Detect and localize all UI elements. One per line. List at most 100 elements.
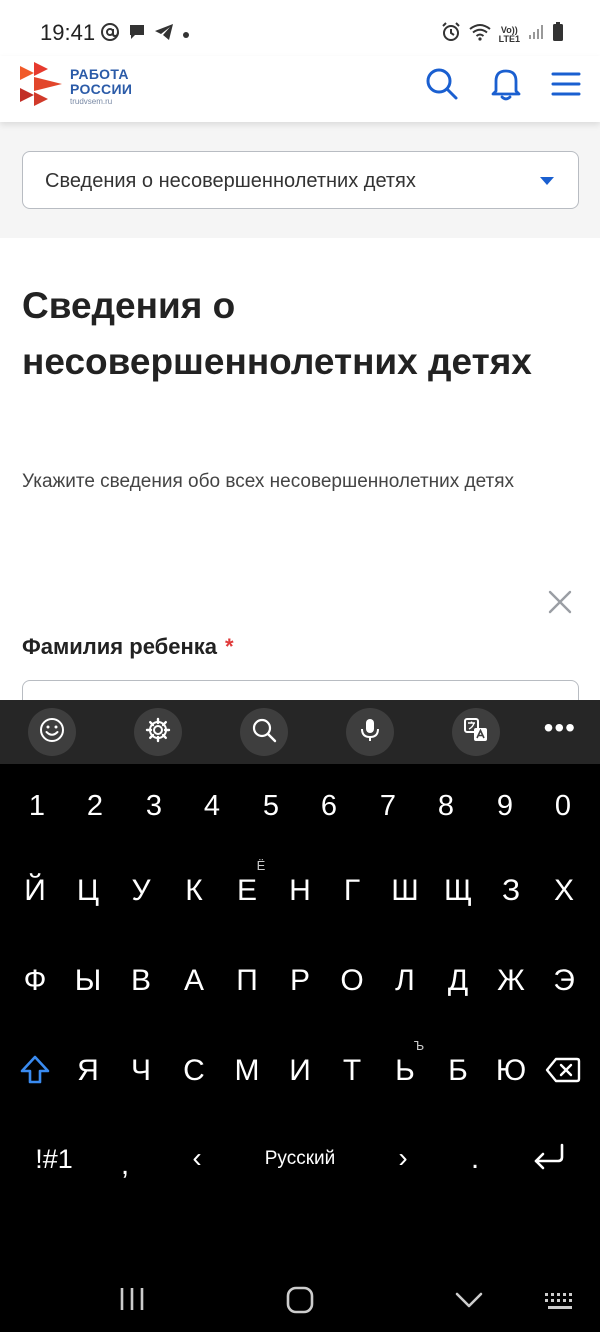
key-letter[interactable]: Ч [116,1054,166,1088]
shift-key[interactable] [10,1054,60,1094]
key-letter[interactable]: Ж [486,964,536,998]
key-letter[interactable]: Я [63,1054,113,1088]
keyboard-switch-button[interactable] [544,1292,576,1317]
key-letter[interactable]: М [222,1054,272,1088]
key-letter[interactable]: Г [327,874,377,908]
menu-button[interactable] [546,66,586,106]
key-4[interactable]: 4 [187,790,237,823]
key-letter[interactable]: П [222,964,272,998]
key-letter[interactable]: З [486,874,536,908]
key-3[interactable]: 3 [129,790,179,823]
hamburger-menu-icon [551,71,581,102]
key-letter[interactable]: К [169,874,219,908]
key-2[interactable]: 2 [70,790,120,823]
key-letter[interactable]: Э [539,964,589,998]
recent-apps-icon [118,1288,146,1316]
key-0[interactable]: 0 [538,790,588,823]
key-letter[interactable]: Щ [433,874,483,908]
home-button[interactable] [285,1285,315,1320]
key-letter[interactable]: В [116,964,166,998]
key-9[interactable]: 9 [480,790,530,823]
key-letter[interactable]: Н [275,874,325,908]
message-icon [128,23,146,46]
logo-line1: РАБОТА [70,65,129,82]
remove-child-button[interactable] [546,588,574,616]
key-letter[interactable]: Ш [380,874,430,908]
language-prev-key[interactable]: ‹ [172,1142,222,1174]
child-surname-input[interactable] [22,680,579,700]
required-mark: * [225,634,234,659]
key-letter[interactable]: Т [327,1054,377,1088]
search-icon [251,717,277,748]
key-letter[interactable]: Д [433,964,483,998]
telegram-icon [154,23,174,46]
key-7[interactable]: 7 [363,790,413,823]
site-header: РАБОТА РОССИИ trudvsem.ru [0,56,600,122]
more-options-icon[interactable]: ••• [544,714,576,742]
language-next-key[interactable]: › [378,1142,428,1174]
key-8[interactable]: 8 [421,790,471,823]
search-icon [425,67,459,106]
emoji-button[interactable] [28,708,76,756]
key-5[interactable]: 5 [246,790,296,823]
translate-icon [463,717,489,748]
page-description: Укажите сведения обо всех несовершенноле… [22,471,515,492]
system-nav-bar [0,1264,600,1332]
section-select-area: Сведения о несовершеннолетних детях [0,122,600,238]
battery-icon [552,22,564,47]
voice-input-button[interactable] [346,708,394,756]
keyboard-settings-button[interactable] [134,708,182,756]
key-letter[interactable]: С [169,1054,219,1088]
key-letter[interactable]: Е [222,874,272,908]
key-letter[interactable]: Л [380,964,430,998]
key-letter[interactable]: Й [10,874,60,908]
keyboard-toolbar: ••• [0,700,600,764]
microphone-icon [357,717,383,748]
key-letter[interactable]: Ь [380,1054,430,1088]
close-icon [546,590,574,620]
search-button[interactable] [422,66,462,106]
key-letter[interactable]: А [169,964,219,998]
at-sign-icon [100,22,120,47]
symbols-key[interactable]: !#1 [24,1144,84,1175]
space-key[interactable]: Русский [240,1148,360,1170]
key-letter[interactable]: Ю [486,1054,536,1088]
gear-icon [145,717,171,748]
keyboard-search-button[interactable] [240,708,288,756]
key-hint-yo: Ё [256,858,266,873]
network-lte-indicator: Vo)) LTE1 [498,24,520,44]
key-letter[interactable]: Б [433,1054,483,1088]
bell-icon [490,67,522,106]
back-button[interactable] [454,1290,484,1315]
key-letter[interactable]: Ц [63,874,113,908]
logo-line2: РОССИИ [70,80,133,97]
section-select[interactable]: Сведения о несовершеннолетних детях [22,151,579,209]
enter-key[interactable] [524,1142,574,1182]
logo[interactable]: РАБОТА РОССИИ trudvsem.ru [20,62,132,111]
alarm-icon [441,22,461,47]
keyboard-icon [544,1293,576,1316]
key-letter[interactable]: У [116,874,166,908]
page-title: Сведения о несовершеннолетних детях [22,285,532,382]
notification-dot-icon [182,26,190,44]
key-letter[interactable]: Х [539,874,589,908]
home-icon [285,1286,315,1319]
comma-key[interactable]: , [100,1148,150,1182]
logo-mark-icon [20,62,62,111]
period-key[interactable]: . [450,1142,500,1176]
recent-apps-button[interactable] [118,1286,146,1317]
key-letter[interactable]: О [327,964,377,998]
backspace-icon [545,1057,581,1091]
key-6[interactable]: 6 [304,790,354,823]
translate-button[interactable] [452,708,500,756]
child-surname-label: Фамилия ребенка * [22,634,234,659]
key-letter[interactable]: И [275,1054,325,1088]
key-1[interactable]: 1 [12,790,62,823]
enter-icon [531,1143,567,1181]
key-letter[interactable]: Ы [63,964,113,998]
notifications-button[interactable] [486,66,526,106]
chevron-down-icon [454,1292,484,1314]
key-letter[interactable]: Р [275,964,325,998]
key-letter[interactable]: Ф [10,964,60,998]
backspace-key[interactable] [538,1056,588,1092]
